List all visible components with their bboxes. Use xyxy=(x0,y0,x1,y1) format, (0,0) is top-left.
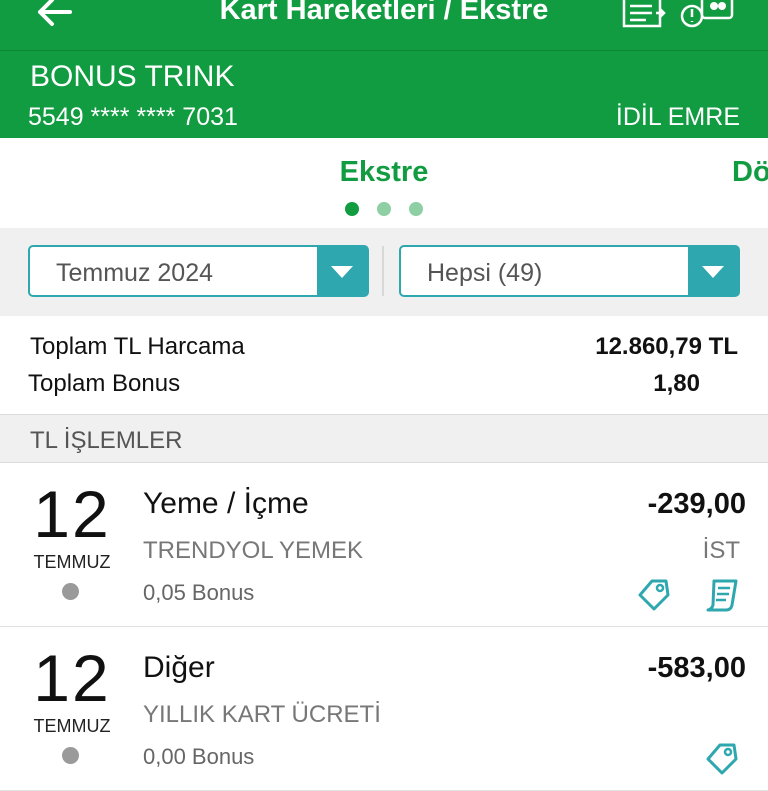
card-number: 5549 **** **** 7031 xyxy=(28,103,238,131)
status-dot xyxy=(62,747,79,764)
section-title: TL İŞLEMLER xyxy=(30,427,183,454)
page-dot-1[interactable] xyxy=(345,202,359,216)
page-dot-3[interactable] xyxy=(409,202,423,216)
app-bar: Kart Hareketleri / Ekstre xyxy=(0,0,768,50)
total-bonus-label: Toplam Bonus xyxy=(28,370,181,397)
card-name: BONUS TRINK xyxy=(30,60,235,93)
tag-icon[interactable] xyxy=(636,577,672,613)
status-dot xyxy=(62,583,79,600)
divider xyxy=(382,246,384,296)
total-spend-label: Toplam TL Harcama xyxy=(30,333,245,360)
type-value: Hepsi (49) xyxy=(427,259,543,287)
page-dot-2[interactable] xyxy=(377,202,391,216)
transaction-merchant: TRENDYOL YEMEK xyxy=(143,537,364,564)
period-value: Temmuz 2024 xyxy=(56,259,214,287)
statement-tabs: Ekstre Dö xyxy=(0,138,768,228)
transaction-merchant: YILLIK KART ÜCRETİ xyxy=(143,701,381,728)
period-dropdown[interactable]: Temmuz 2024 xyxy=(28,245,369,297)
receipt-icon[interactable] xyxy=(704,577,740,613)
filter-bar: Temmuz 2024 Hepsi (49) xyxy=(0,228,768,316)
card-info-icon[interactable] xyxy=(680,0,736,30)
section-header: TL İŞLEMLER xyxy=(0,415,768,463)
tab-next[interactable]: Dö xyxy=(732,156,768,189)
total-bonus-value: 1,80 xyxy=(653,370,700,397)
type-dropdown[interactable]: Hepsi (49) xyxy=(399,245,740,297)
transaction-day: 12 xyxy=(33,477,111,551)
totals-summary: Toplam TL Harcama 12.860,79 TL Toplam Bo… xyxy=(0,316,768,415)
transaction-row[interactable]: 12 TEMMUZ Diğer YILLIK KART ÜCRETİ 0,00 … xyxy=(0,627,768,791)
transaction-city: İST xyxy=(702,537,740,564)
transaction-row[interactable]: 12 TEMMUZ Yeme / İçme TRENDYOL YEMEK 0,0… xyxy=(0,463,768,627)
transaction-bonus: 0,05 Bonus xyxy=(143,580,255,605)
page-indicator xyxy=(0,202,768,221)
list-icon[interactable] xyxy=(622,0,666,30)
card-summary-header: BONUS TRINK 5549 **** **** 7031 İDİL EMR… xyxy=(0,50,768,139)
transaction-category: Diğer xyxy=(143,651,215,684)
chevron-down-icon[interactable] xyxy=(688,247,738,295)
tag-icon[interactable] xyxy=(704,741,740,777)
chevron-down-icon[interactable] xyxy=(317,247,367,295)
transaction-amount: -239,00 xyxy=(647,488,746,520)
card-holder-name: İDİL EMRE xyxy=(615,103,740,131)
transaction-month: TEMMUZ xyxy=(33,716,111,736)
transaction-category: Yeme / İçme xyxy=(143,487,309,520)
transaction-day: 12 xyxy=(33,641,111,715)
transaction-month: TEMMUZ xyxy=(33,552,111,572)
total-spend-value: 12.860,79 TL xyxy=(595,333,738,360)
transaction-bonus: 0,00 Bonus xyxy=(143,744,255,769)
tab-ekstre[interactable]: Ekstre xyxy=(0,156,768,189)
transaction-amount: -583,00 xyxy=(647,652,746,684)
